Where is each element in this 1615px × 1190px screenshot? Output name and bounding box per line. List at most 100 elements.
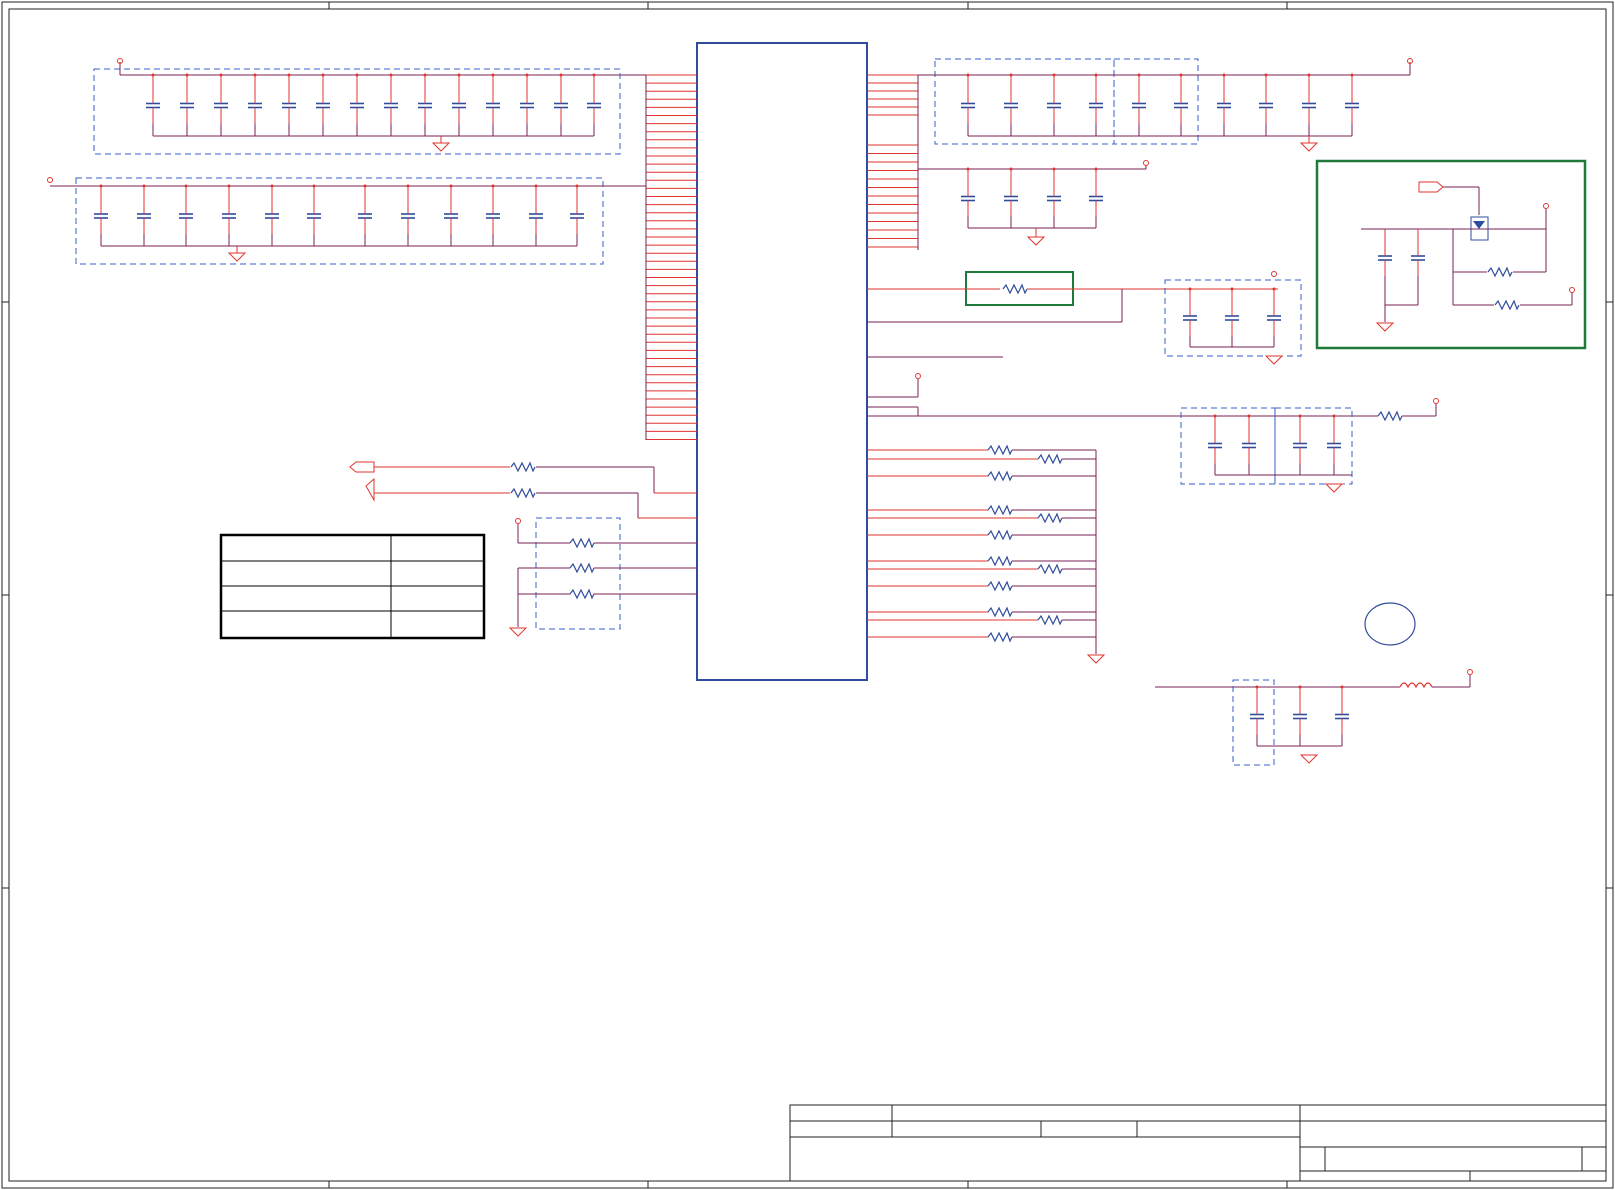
power-pin-icon [1467,669,1473,675]
capacitor-icon [178,197,194,235]
junction [406,184,410,188]
junction [1332,414,1336,418]
capacitor-icon [221,197,237,235]
junction [312,184,316,188]
junction [1052,73,1056,77]
offpage-connector-icon [349,461,375,473]
capacitor-icon [569,197,585,235]
junction [1094,167,1098,171]
junction [1298,685,1302,689]
resistor-icon [987,530,1013,540]
junction [270,184,274,188]
junction [184,184,188,188]
power-pin-icon [1433,398,1439,404]
decoupling-group-4 [918,160,1149,246]
junction [1272,287,1276,291]
resistor-icon [569,538,595,548]
capacitor-icon [1224,299,1240,337]
capacitor-icon [1173,86,1189,125]
capacitor-icon [1258,86,1274,125]
resistor-icon [1377,411,1403,421]
junction [457,73,461,77]
capacitor-icon [960,179,976,218]
junction [363,184,367,188]
inductor-icon [1399,682,1433,689]
capacitor-icon [247,86,263,125]
ic-left-pins [646,74,697,440]
capacitor-icon [315,86,331,125]
capacitor-icon [1410,239,1426,277]
ground-icon [1087,654,1105,664]
junction [1179,73,1183,77]
ic-right-power [867,373,1439,421]
junction [575,184,579,188]
decoupling-group-2 [47,177,610,265]
capacitor-icon [485,197,501,235]
ground-icon [1027,236,1045,246]
capacitor-icon [400,197,416,235]
resistor-icon [987,505,1013,515]
resistor-icon [987,471,1013,481]
decoupling-group-3 [918,58,1413,152]
resistor-icon [987,581,1013,591]
resistor-icon [1037,454,1063,464]
left-output-signals [349,461,697,519]
ground-icon [228,252,246,262]
junction [1264,73,1268,77]
junction [1052,167,1056,171]
resistor-icon [569,563,595,573]
capacitor-icon [383,86,399,125]
mounting-hole [1364,602,1416,646]
capacitor-icon [93,197,109,235]
inductor-filter [1155,669,1473,766]
capacitor-icon [1046,86,1062,125]
capacitor-icon [1131,86,1147,125]
capacitor-icon [1326,426,1342,465]
capacitor-icon [1249,697,1265,736]
capacitor-icon [960,86,976,125]
capacitor-icon [1334,697,1350,736]
junction [1350,73,1354,77]
capacitor-icon [1046,179,1062,218]
resistor-icon [987,445,1013,455]
capacitor-icon [1344,86,1360,125]
capacitor-icon [357,197,373,235]
capacitor-icon [1003,86,1019,125]
ground-icon [1325,483,1343,493]
highlighted-resistor [867,271,1278,358]
junction [142,184,146,188]
power-pin-icon [515,518,521,524]
ic-right-pins [867,74,918,248]
junction [1340,685,1344,689]
junction [219,73,223,77]
offpage-connector-icon [365,477,375,502]
capacitor-icon [145,86,161,125]
resistor-icon [987,556,1013,566]
power-pin-icon [915,373,921,379]
resistor-icon [1002,284,1028,294]
junction [1094,73,1098,77]
junction [449,184,453,188]
junction [1255,685,1259,689]
decoupling-group-5 [1164,271,1302,365]
sheet-frame [1,1,1614,1189]
resistor-icon [1037,615,1063,625]
junction [1307,73,1311,77]
capacitor-icon [528,197,544,235]
capacitor-icon [306,197,322,235]
capacitor-icon [443,197,459,235]
power-pin-icon [47,177,53,183]
junction [1009,73,1013,77]
capacitor-icon [1003,179,1019,218]
pull-resistor-group [509,517,697,637]
offpage-connector-icon [1418,181,1444,193]
capacitor-icon [1088,86,1104,125]
legend-table [219,533,486,640]
resistor-icon [1494,300,1520,310]
capacitor-icon [179,86,195,125]
junction [423,73,427,77]
junction [966,73,970,77]
capacitor-icon [553,86,569,125]
power-pin-icon [1271,271,1277,277]
junction [534,184,538,188]
